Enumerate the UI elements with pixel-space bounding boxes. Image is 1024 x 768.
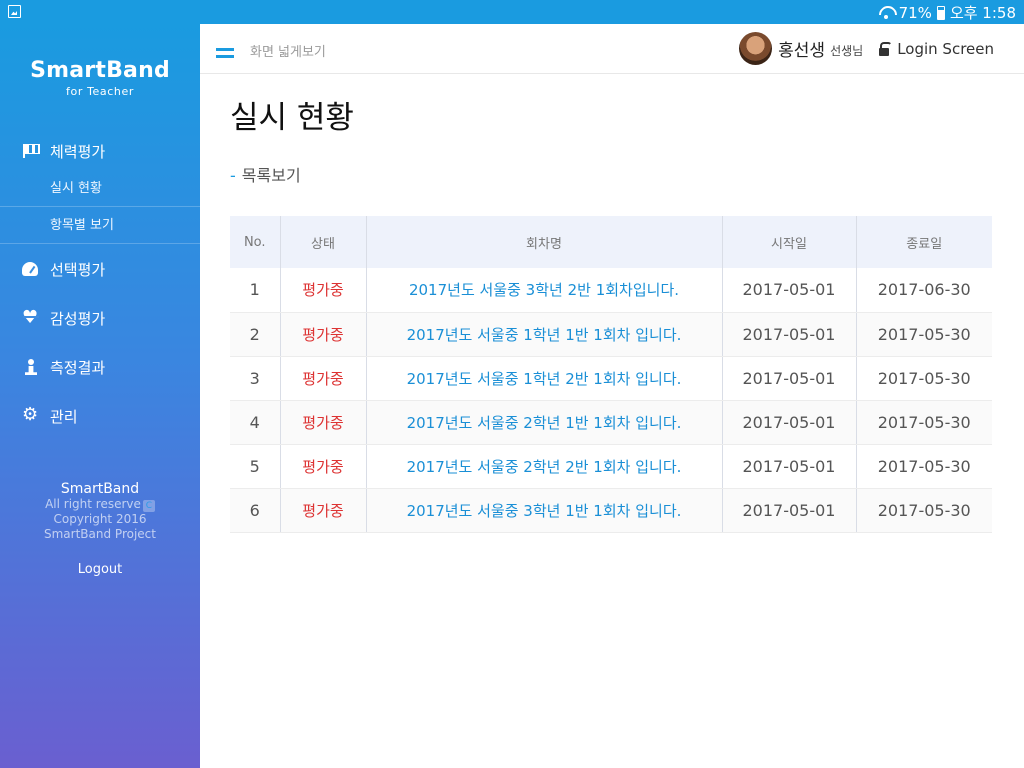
table-row[interactable]: 1 평가중 2017년도 서울중 3학년 2반 1회차입니다. 2017-05-…	[230, 268, 992, 313]
cell-no: 4	[230, 400, 280, 445]
table-row[interactable]: 5 평가중 2017년도 서울중 2학년 2반 1회차 입니다. 2017-05…	[230, 444, 992, 489]
sidebar-item-label: 감성평가	[50, 309, 106, 328]
cell-no: 5	[230, 444, 280, 489]
sidebar-submenu: 실시 현황 항목별 보기	[0, 170, 200, 244]
status-bar: 71% 오후 1:58	[0, 0, 1024, 24]
cell-title-link[interactable]: 2017년도 서울중 2학년 2반 1회차 입니다.	[365, 444, 722, 489]
gallery-notification-icon	[8, 5, 21, 18]
table-row[interactable]: 4 평가중 2017년도 서울중 2학년 1반 1회차 입니다. 2017-05…	[230, 400, 992, 445]
page-title: 실시 현황	[230, 100, 354, 136]
user-area: 홍선생 선생님 Login Screen	[739, 32, 994, 65]
cell-status: 평가중	[279, 356, 366, 401]
sidebar-item-results[interactable]: 측정결과	[0, 352, 200, 382]
cell-start-date: 2017-05-01	[721, 268, 856, 313]
column-header-end: 종료일	[855, 216, 992, 268]
table-row[interactable]: 6 평가중 2017년도 서울중 3학년 1반 1회차 입니다. 2017-05…	[230, 488, 992, 533]
login-screen-label: Login Screen	[897, 39, 994, 58]
cell-title-link[interactable]: 2017년도 서울중 3학년 2반 1회차입니다.	[365, 268, 722, 313]
cell-end-date: 2017-05-30	[855, 356, 992, 401]
table-header-row: No. 상태 회차명 시작일 종료일	[230, 216, 992, 268]
sidebar-footer: SmartBand All right reserve C Copyright 2…	[0, 481, 200, 542]
column-header-no: No.	[230, 216, 280, 268]
cell-no: 6	[230, 488, 280, 533]
brand-name: SmartBand	[30, 58, 170, 83]
sidebar-item-label: 측정결과	[50, 358, 106, 377]
cell-start-date: 2017-05-01	[721, 444, 856, 489]
sidebar-subitem-status[interactable]: 실시 현황	[0, 170, 200, 207]
cell-status: 평가중	[279, 488, 366, 533]
gauge-icon	[22, 261, 40, 277]
list-view-link[interactable]: - 목록보기	[230, 162, 992, 186]
table-row[interactable]: 3 평가중 2017년도 서울중 1학년 2반 1회차 입니다. 2017-05…	[230, 356, 992, 401]
battery-icon	[936, 5, 945, 20]
flag-icon	[22, 143, 40, 159]
cell-start-date: 2017-05-01	[721, 312, 856, 357]
sidebar-item-label: 관리	[50, 407, 78, 426]
footer-project: SmartBand Project	[44, 527, 156, 541]
session-table: No. 상태 회차명 시작일 종료일 1 평가중 2017년도 서울중 3학년 …	[230, 216, 992, 533]
column-header-status: 상태	[279, 216, 366, 268]
cell-no: 1	[230, 268, 280, 313]
sidebar-subitem-by-item[interactable]: 항목별 보기	[0, 207, 200, 244]
copyright-icon: C	[142, 500, 155, 512]
sidebar-item-optional[interactable]: 선택평가	[0, 254, 200, 284]
cell-status: 평가중	[279, 312, 366, 357]
sidebar-item-label: 선택평가	[50, 260, 106, 279]
user-name: 홍선생	[778, 41, 826, 61]
cell-no: 2	[230, 312, 280, 357]
unlock-icon	[879, 41, 893, 56]
footer-rights: All right reserve C	[0, 497, 200, 512]
logout-link[interactable]: Logout	[0, 562, 200, 577]
cell-title-link[interactable]: 2017년도 서울중 2학년 1반 1회차 입니다.	[365, 400, 722, 445]
battery-percent: 71%	[898, 3, 932, 22]
main-content: 실시 현황 - 목록보기 No. 상태 회차명 시작일 종료일 1 평가중 201…	[230, 74, 992, 533]
cell-end-date: 2017-05-30	[855, 488, 992, 533]
wifi-icon	[878, 6, 894, 20]
clock: 오후 1:58	[949, 4, 1016, 22]
cell-title-link[interactable]: 2017년도 서울중 1학년 1반 1회차 입니다.	[365, 312, 722, 357]
sidebar: SmartBand for Teacher 체력평가 실시 현황 항목별 보기 …	[0, 24, 200, 768]
status-bar-right: 71% 오후 1:58	[878, 2, 1016, 23]
gear-icon	[22, 404, 40, 425]
column-header-title: 회차명	[365, 216, 722, 268]
sidebar-item-fitness[interactable]: 체력평가	[0, 136, 200, 166]
sidebar-item-label: 체력평가	[50, 142, 106, 161]
cell-end-date: 2017-05-30	[855, 312, 992, 357]
footer-brand: SmartBand	[60, 481, 140, 497]
avatar[interactable]	[739, 32, 773, 65]
menu-toggle-icon[interactable]	[216, 46, 234, 60]
brand-subtitle: for Teacher	[66, 85, 134, 98]
login-screen-link[interactable]: Login Screen	[879, 40, 994, 58]
cell-end-date: 2017-06-30	[855, 268, 992, 313]
cell-start-date: 2017-05-01	[721, 488, 856, 533]
cell-end-date: 2017-05-30	[855, 444, 992, 489]
top-header: 화면 넓게보기 홍선생 선생님 Login Screen	[200, 24, 1024, 74]
cell-start-date: 2017-05-01	[721, 400, 856, 445]
column-header-start: 시작일	[721, 216, 856, 268]
cell-status: 평가중	[279, 400, 366, 445]
footer-copyright: Copyright 2016	[53, 512, 147, 526]
cell-end-date: 2017-05-30	[855, 400, 992, 445]
sidebar-item-admin[interactable]: 관리	[0, 401, 200, 431]
person-icon	[22, 359, 40, 375]
heartbeat-icon	[22, 307, 40, 328]
cell-start-date: 2017-05-01	[721, 356, 856, 401]
list-link-dash: -	[230, 166, 236, 185]
cell-title-link[interactable]: 2017년도 서울중 3학년 1반 1회차 입니다.	[365, 488, 722, 533]
cell-no: 3	[230, 356, 280, 401]
brand-logo[interactable]: SmartBand for Teacher	[0, 58, 200, 98]
cell-status: 평가중	[279, 268, 366, 313]
wide-view-toggle[interactable]: 화면 넓게보기	[250, 41, 326, 60]
cell-status: 평가중	[279, 444, 366, 489]
user-title: 선생님	[830, 44, 864, 58]
list-link-label: 목록보기	[241, 166, 301, 185]
sidebar-nav: 체력평가 실시 현황 항목별 보기 선택평가 감성평가 측정결과 관리	[0, 136, 200, 431]
sidebar-item-emotional[interactable]: 감성평가	[0, 303, 200, 333]
cell-title-link[interactable]: 2017년도 서울중 1학년 2반 1회차 입니다.	[365, 356, 722, 401]
table-row[interactable]: 2 평가중 2017년도 서울중 1학년 1반 1회차 입니다. 2017-05…	[230, 312, 992, 357]
